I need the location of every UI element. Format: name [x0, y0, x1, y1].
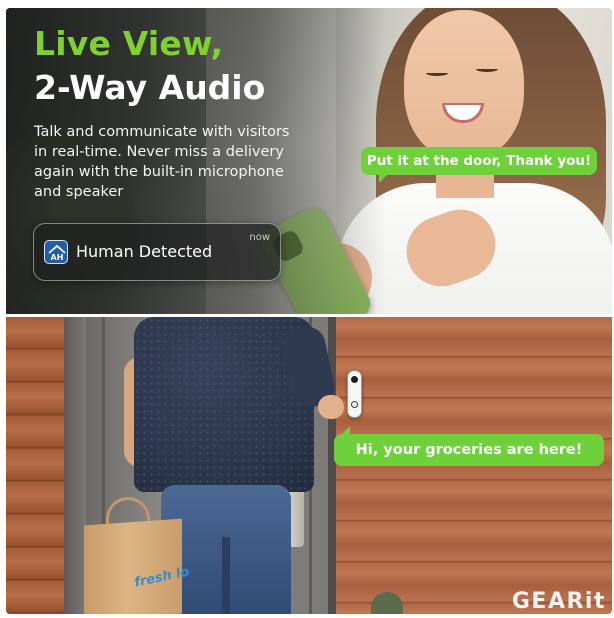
- grocery-bag: [84, 518, 182, 614]
- doorbell-button-icon: [351, 401, 358, 408]
- description-line: Talk and communicate with visitors: [34, 124, 290, 140]
- man-hand-right: [318, 395, 344, 419]
- gearit-logo: GEARit: [511, 589, 606, 614]
- headline-two-way-audio: 2-Way Audio: [34, 68, 266, 107]
- woman-face: [404, 10, 524, 160]
- human-detected-notification[interactable]: AH Human Detected now: [33, 223, 281, 281]
- notification-time: now: [249, 232, 270, 243]
- wood-wall-left: [6, 317, 66, 614]
- speech-bubble-bottom: Hi, your groceries are here!: [334, 426, 604, 466]
- ah-app-icon: AH: [44, 240, 68, 264]
- woman-eye-right: [476, 66, 498, 72]
- description-line: and speaker: [34, 184, 124, 200]
- svg-text:AH: AH: [51, 253, 64, 262]
- speech-bubble-top: Put it at the door, Thank you!: [361, 147, 597, 183]
- jeans-leg-gap: [222, 537, 230, 614]
- live-view-panel: Live View, 2-Way Audio Talk and communic…: [6, 8, 612, 314]
- door-frame: [64, 317, 86, 614]
- woman-eye-left: [426, 70, 448, 76]
- feature-description: Talk and communicate with visitors in re…: [34, 122, 334, 202]
- headline-live-view: Live View,: [34, 24, 224, 63]
- description-line: again with the built-in microphone: [34, 164, 284, 180]
- description-line: in real-time. Never miss a delivery: [34, 144, 284, 160]
- video-doorbell: [347, 370, 362, 418]
- product-banner: Live View, 2-Way Audio Talk and communic…: [6, 8, 612, 614]
- doorbell-camera-icon: [351, 376, 358, 383]
- plant-decoration: [371, 592, 403, 614]
- notification-title: Human Detected: [76, 242, 213, 261]
